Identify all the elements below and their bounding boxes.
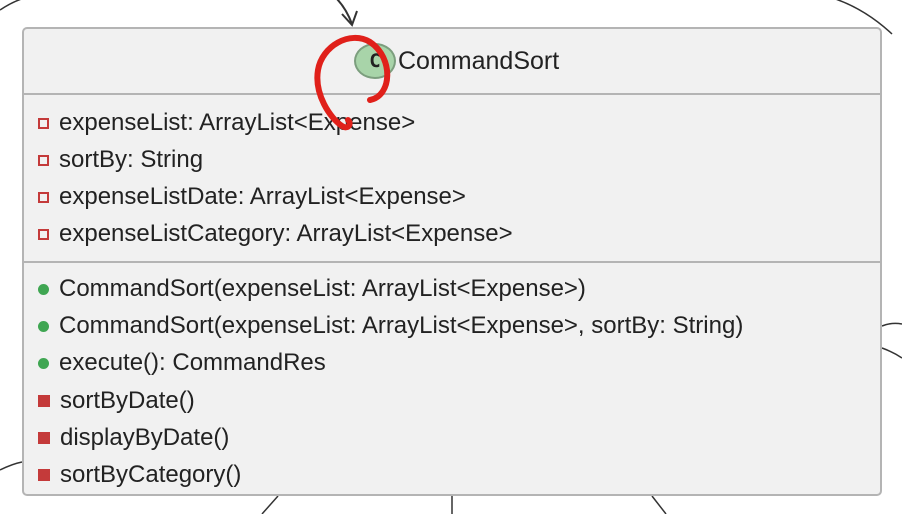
method-text: execute(): CommandRes [59,349,326,376]
method-text: sortByDate() [60,387,195,414]
field-text: expenseListDate: ArrayList<Expense> [59,183,466,210]
method-sort-by-date: sortByDate() [38,384,195,418]
method-text: CommandSort(expenseList: ArrayList<Expen… [59,312,744,339]
field-expense-list-date: expenseListDate: ArrayList<Expense> [38,180,466,214]
field-text: expenseListCategory: ArrayList<Expense> [59,220,513,247]
fields-compartment: expenseList: ArrayList<Expense> sortBy: … [24,95,880,263]
method-constructor-1: CommandSort(expenseList: ArrayList<Expen… [38,272,586,306]
method-text: displayByDate() [60,424,230,451]
incoming-edge-top [336,0,353,25]
private-field-icon [38,191,49,203]
private-field-icon [38,117,49,129]
private-method-icon [38,469,50,481]
methods-compartment: CommandSort(expenseList: ArrayList<Expen… [24,263,880,498]
class-name: CommandSort [398,47,560,75]
private-method-icon [38,432,50,444]
edge-left [0,461,23,471]
public-method-icon [38,283,49,295]
field-sort-by: sortBy: String [38,143,203,177]
public-method-icon [38,357,49,369]
field-text: sortBy: String [59,146,204,173]
private-field-icon [38,154,49,166]
method-text: sortByCategory() [60,461,242,488]
edge-top-left [0,0,21,11]
method-sort-by-category: sortByCategory() [38,458,241,492]
field-expense-list-category: expenseListCategory: ArrayList<Expense> [38,217,513,251]
edge-right-2 [881,347,902,359]
edge-bottom-3 [651,495,667,514]
diagram-canvas: C CommandSort expenseList: ArrayList<Exp… [0,0,902,514]
method-text: CommandSort(expenseList: ArrayList<Expen… [59,275,586,302]
edge-bottom-1 [261,495,279,514]
method-execute: execute(): CommandRes [38,346,326,380]
private-method-icon [38,395,50,407]
edge-right-1 [881,322,902,327]
method-constructor-2: CommandSort(expenseList: ArrayList<Expen… [38,309,743,343]
private-field-icon [38,228,49,240]
field-expense-list: expenseList: ArrayList<Expense> [38,106,415,140]
method-display-by-date: displayByDate() [38,421,229,455]
public-method-icon [38,320,49,332]
class-stereotype-icon: C [354,43,396,79]
class-header: C CommandSort [24,29,880,95]
field-text: expenseList: ArrayList<Expense> [59,109,416,136]
uml-class-box[interactable]: C CommandSort expenseList: ArrayList<Exp… [22,27,882,496]
